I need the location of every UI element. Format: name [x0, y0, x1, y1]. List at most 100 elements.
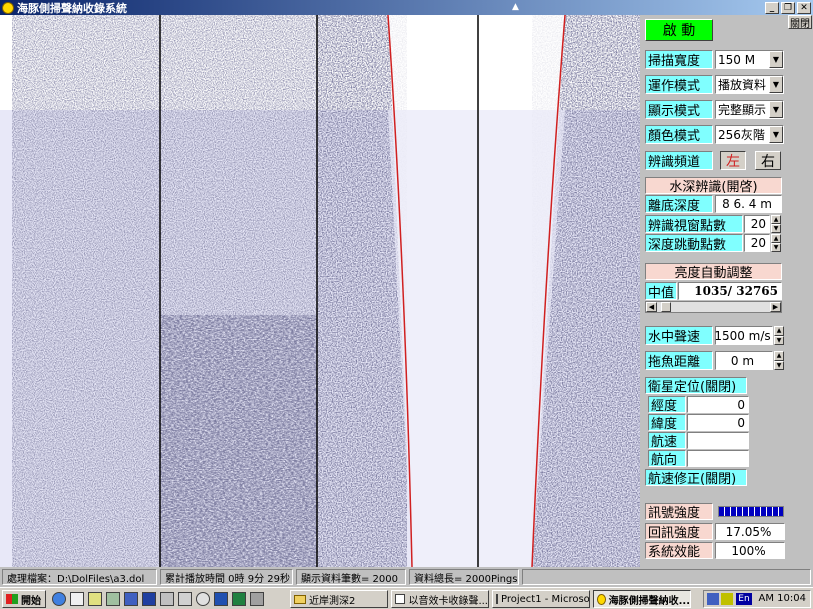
scan-width-label: 掃描寬度	[645, 50, 713, 69]
display-mode-label: 顯示模式	[645, 100, 713, 119]
signal-strength-bar	[718, 506, 784, 517]
app-icon[interactable]	[106, 592, 120, 606]
scroll-thumb[interactable]	[661, 302, 671, 312]
window-points-input[interactable]: 20	[744, 215, 770, 233]
tray-app-icon[interactable]	[707, 593, 719, 605]
chevron-down-icon[interactable]: ▼	[769, 101, 783, 118]
status-display-count: 顯示資料筆數= 2000	[296, 569, 406, 585]
start-button[interactable]: 啟 動	[645, 19, 713, 41]
chevron-down-icon[interactable]: ▼	[769, 126, 783, 143]
status-file: 處理檔案：D:\DolFiles\a3.dol	[2, 569, 157, 585]
tray-app-icon[interactable]	[721, 593, 733, 605]
folder-icon	[294, 594, 306, 604]
window-icon	[395, 594, 406, 604]
notepad-icon[interactable]	[88, 592, 102, 606]
app-smiley-icon	[597, 593, 606, 605]
latitude-label: 緯度	[648, 414, 686, 431]
tow-distance-label: 拖魚距離	[645, 351, 713, 370]
task-item[interactable]: 海豚側掃聲納收...	[593, 590, 691, 608]
maximize-button[interactable]: ❐	[781, 1, 795, 14]
channel-label: 辨識頻道	[645, 151, 713, 170]
heading-value	[687, 450, 749, 467]
tools-icon[interactable]	[124, 592, 138, 606]
brightness-auto-header[interactable]: 亮度自動調整	[645, 263, 782, 281]
scroll-left-icon[interactable]: ◀	[646, 302, 657, 312]
depth-label: 離底深度	[645, 195, 713, 213]
work-mode-label: 運作模式	[645, 75, 713, 94]
title-bar: 海豚側掃聲納收錄系統 ▲ _ ❐ ✕	[0, 0, 813, 15]
scan-width-select[interactable]: 150 M ▼	[715, 50, 784, 69]
ie-icon[interactable]	[52, 592, 66, 606]
work-mode-select[interactable]: 播放資料 ▼	[715, 75, 784, 94]
brightness-scrollbar[interactable]: ◀ ▶	[645, 301, 782, 313]
channel-right-button[interactable]: 右	[755, 151, 781, 170]
depth-detect-header[interactable]: 水深辨識(開啓)	[645, 177, 782, 195]
app-smiley-icon	[2, 1, 14, 14]
cd-icon[interactable]	[196, 592, 210, 606]
media-icon[interactable]	[160, 592, 174, 606]
caret-up-icon: ▲	[512, 2, 519, 12]
median-value: 1035/ 32765	[678, 282, 782, 300]
color-mode-label: 顏色模式	[645, 125, 713, 144]
color-mode-select[interactable]: 256灰階 ▼	[715, 125, 784, 144]
control-panel: 關閉 啟 動 掃描寬度 150 M ▼ 運作模式 播放資料 ▼ 顯示模式 完整顯…	[640, 15, 813, 567]
speed-value	[687, 432, 749, 449]
echo-strength-value: 17.05%	[715, 523, 785, 540]
display-mode-select[interactable]: 完整顯示 ▼	[715, 100, 784, 119]
chevron-down-icon[interactable]: ▼	[769, 51, 783, 68]
speed-label: 航速	[648, 432, 686, 449]
taskbar: 開始 近岸測深2 以音效卡收錄聲... Project1 - Microsof.…	[0, 587, 813, 609]
longitude-value: 0	[687, 396, 749, 413]
jump-points-input[interactable]: 20	[744, 234, 770, 252]
speed-correction-header[interactable]: 航速修正(關閉)	[645, 469, 747, 487]
depth-value: 8 6. 4 m	[715, 195, 782, 213]
excel-icon[interactable]	[232, 592, 246, 606]
sound-speed-stepper[interactable]: ▲ ▼	[774, 326, 784, 345]
sound-icon[interactable]	[178, 592, 192, 606]
vb-project-icon	[496, 594, 498, 604]
task-item[interactable]: 以音效卡收錄聲...	[391, 590, 489, 608]
clock: AM 10:04	[758, 593, 806, 604]
sonar-display	[0, 15, 640, 567]
signal-strength-fill	[719, 507, 783, 516]
system-tray: En AM 10:04	[703, 590, 811, 608]
signal-strength-label: 訊號強度	[645, 503, 713, 520]
task-item[interactable]: 近岸測深2	[290, 590, 388, 608]
tow-distance-input[interactable]: 0 m	[715, 351, 773, 370]
efficiency-label: 系統效能	[645, 542, 713, 559]
sound-speed-label: 水中聲速	[645, 326, 713, 345]
status-bar: 處理檔案：D:\DolFiles\a3.dol 累計播放時間 0時 9分 29秒…	[0, 567, 813, 587]
minimize-button[interactable]: _	[765, 1, 779, 14]
task-item[interactable]: Project1 - Microsof...	[492, 590, 590, 608]
sonar-image	[0, 15, 640, 567]
gps-header[interactable]: 衛星定位(關閉)	[645, 377, 747, 395]
close-panel-button[interactable]: 關閉	[788, 15, 812, 30]
status-empty	[522, 569, 811, 585]
sound-speed-input[interactable]: 1500 m/s	[714, 326, 773, 345]
jump-points-label: 深度跳動點數	[645, 234, 743, 252]
calc-icon[interactable]	[250, 592, 264, 606]
window-title: 海豚側掃聲納收錄系統	[17, 1, 127, 15]
word-icon[interactable]	[214, 592, 228, 606]
status-data-length: 資料總長= 2000Pings	[409, 569, 519, 585]
tow-distance-stepper[interactable]: ▲ ▼	[774, 351, 784, 370]
desktop-icon[interactable]	[70, 592, 84, 606]
windows-logo-icon	[6, 594, 18, 604]
jump-points-stepper[interactable]: ▲ ▼	[771, 234, 781, 252]
window-points-stepper[interactable]: ▲ ▼	[771, 215, 781, 233]
channel-left-button[interactable]: 左	[720, 151, 746, 170]
echo-strength-label: 回訊強度	[645, 523, 713, 540]
longitude-label: 經度	[648, 396, 686, 413]
window-points-label: 辨識視窗點數	[645, 215, 743, 233]
latitude-value: 0	[687, 414, 749, 431]
median-label: 中值	[645, 282, 677, 300]
heading-label: 航向	[648, 450, 686, 467]
status-play-time: 累計播放時間 0時 9分 29秒	[160, 569, 293, 585]
vb-icon[interactable]	[142, 592, 156, 606]
start-menu-button[interactable]: 開始	[2, 590, 46, 608]
language-indicator[interactable]: En	[736, 593, 752, 605]
chevron-down-icon[interactable]: ▼	[769, 76, 783, 93]
close-window-button[interactable]: ✕	[797, 1, 811, 14]
scroll-right-icon[interactable]: ▶	[770, 302, 781, 312]
efficiency-value: 100%	[715, 542, 785, 559]
